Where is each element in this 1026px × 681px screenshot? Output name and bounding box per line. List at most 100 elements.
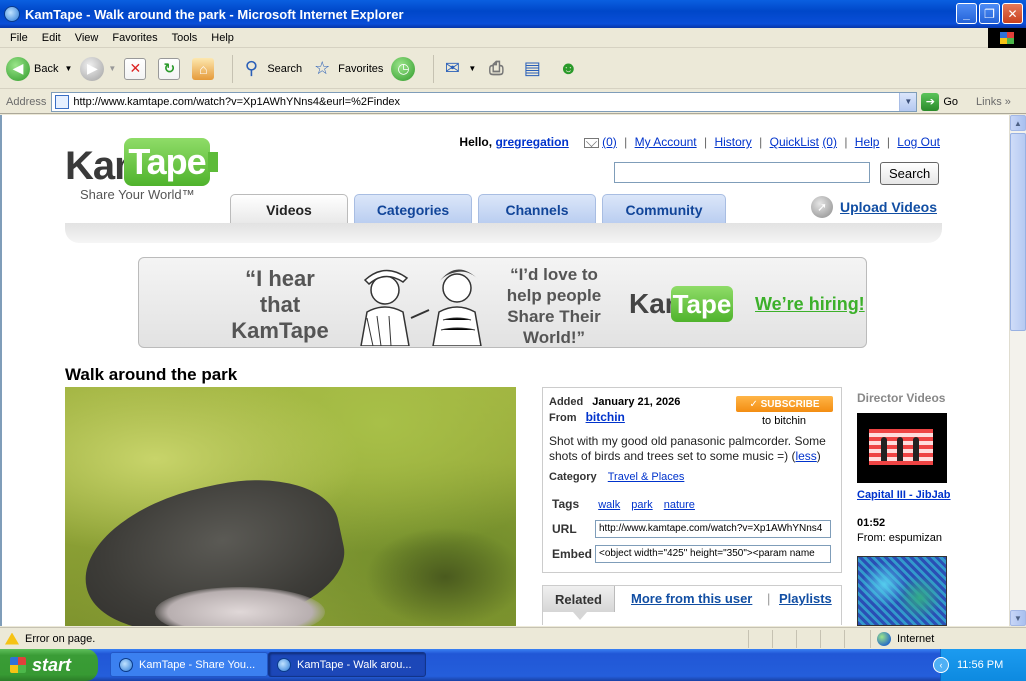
- tab-related[interactable]: Related: [543, 586, 615, 620]
- username-link[interactable]: gregregation: [495, 135, 568, 149]
- restore-button[interactable]: ❐: [979, 3, 1000, 24]
- forward-dropdown-icon[interactable]: ▼: [108, 64, 116, 73]
- minimize-button[interactable]: _: [956, 3, 977, 24]
- links-toolbar[interactable]: Links »: [976, 96, 1011, 108]
- back-dropdown-icon[interactable]: ▼: [64, 64, 72, 73]
- history-button[interactable]: ◷: [391, 56, 419, 81]
- page-icon: [55, 94, 70, 109]
- quicklist-count-link[interactable]: (0): [822, 135, 837, 149]
- tab-community[interactable]: Community: [602, 194, 726, 224]
- print-button[interactable]: ⎙: [484, 57, 512, 81]
- taskbar-item-kamtape-walk[interactable]: KamTape - Walk arou...: [268, 652, 426, 677]
- tag-link[interactable]: nature: [664, 499, 695, 511]
- messenger-icon: ☻: [558, 58, 578, 78]
- upload-videos-link[interactable]: Upload Videos: [840, 199, 937, 215]
- inbox-mail-icon[interactable]: [584, 137, 600, 148]
- warning-icon[interactable]: [5, 632, 19, 645]
- window-title: KamTape - Walk around the park - Microso…: [25, 6, 404, 22]
- tray-expand-icon[interactable]: ‹: [933, 657, 949, 673]
- vertical-scrollbar[interactable]: ▲ ▼: [1009, 115, 1026, 626]
- menu-bar: File Edit View Favorites Tools Help: [0, 28, 1026, 48]
- clock[interactable]: 11:56 PM: [957, 659, 1003, 671]
- menu-help[interactable]: Help: [205, 32, 242, 44]
- tags-row: Tags walk park nature: [552, 497, 695, 511]
- links-label: Links: [976, 95, 1002, 108]
- menu-edit[interactable]: Edit: [36, 32, 69, 44]
- ie-icon: [4, 6, 20, 22]
- taskbar-item-label: KamTape - Walk arou...: [297, 658, 412, 671]
- go-button[interactable]: ➔ Go: [921, 92, 958, 111]
- start-button[interactable]: start: [0, 649, 98, 681]
- tag-link[interactable]: walk: [598, 499, 620, 511]
- scroll-up-icon[interactable]: ▲: [1010, 115, 1026, 131]
- director-video-title-link[interactable]: Capital III - JibJab: [857, 488, 951, 502]
- favorites-star-icon: ☆: [314, 58, 331, 78]
- mail-dropdown-icon[interactable]: ▼: [468, 64, 476, 73]
- more-from-user-link[interactable]: More from this user: [631, 591, 752, 606]
- video-url-field[interactable]: http://www.kamtape.com/watch?v=Xp1AWhYNn…: [595, 520, 831, 538]
- category-link[interactable]: Travel & Places: [608, 471, 685, 483]
- subscribe-button[interactable]: ✓ SUBSCRIBE: [736, 396, 833, 412]
- home-icon: ⌂: [192, 57, 215, 80]
- close-button[interactable]: ✕: [1002, 3, 1023, 24]
- inbox-count-link[interactable]: (0): [602, 135, 617, 149]
- embed-code-field[interactable]: <object width="425" height="350"><param …: [595, 545, 831, 563]
- hiring-banner[interactable]: “I hear that KamTape is hiring!” “I’d lo…: [138, 257, 867, 348]
- mail-button[interactable]: ✉ ▼: [440, 57, 476, 81]
- menu-favorites[interactable]: Favorites: [106, 32, 165, 44]
- director-video-from: From: espumizan: [857, 532, 942, 544]
- site-search-button[interactable]: Search: [880, 162, 940, 185]
- search-button[interactable]: ⚲ Search: [239, 57, 302, 81]
- thumbnail-figure: [881, 437, 887, 461]
- home-button[interactable]: ⌂: [192, 57, 218, 80]
- video-title: Walk around the park: [65, 365, 238, 384]
- scroll-thumb[interactable]: [1010, 133, 1026, 331]
- tab-videos[interactable]: Videos: [230, 194, 348, 224]
- back-arrow-icon: ◀: [6, 56, 30, 81]
- logo-tape: Tape: [124, 138, 218, 186]
- stop-button[interactable]: ✕: [124, 57, 150, 80]
- director-video-duration: 01:52: [857, 517, 886, 529]
- address-dropdown-icon[interactable]: ▼: [899, 92, 917, 111]
- scroll-down-icon[interactable]: ▼: [1010, 610, 1026, 626]
- embed-row: Embed: [552, 547, 592, 561]
- history-link[interactable]: History: [714, 135, 751, 149]
- back-button[interactable]: ◀ Back ▼: [6, 56, 72, 81]
- url-row: URL: [552, 522, 577, 536]
- tab-categories[interactable]: Categories: [354, 194, 472, 224]
- my-account-link[interactable]: My Account: [635, 135, 697, 149]
- banner-hiring-link[interactable]: We’re hiring!: [755, 294, 865, 315]
- window-titlebar[interactable]: KamTape - Walk around the park - Microso…: [0, 0, 1026, 28]
- tag-link[interactable]: park: [631, 499, 652, 511]
- menu-tools[interactable]: Tools: [166, 32, 206, 44]
- banner-quote-right: “I’d love to help people Share Their Wor…: [506, 265, 602, 347]
- upload-videos[interactable]: ➚ Upload Videos: [811, 196, 937, 218]
- director-video-thumbnail-2[interactable]: [857, 556, 947, 626]
- messenger-button[interactable]: ☻: [556, 57, 584, 81]
- director-video-thumbnail[interactable]: [857, 413, 947, 483]
- edit-button[interactable]: ▤: [520, 57, 548, 81]
- site-search-input[interactable]: [614, 162, 870, 183]
- thumbnail-figure: [913, 437, 919, 461]
- author-link[interactable]: bitchin: [586, 410, 625, 424]
- address-input[interactable]: http://www.kamtape.com/watch?v=Xp1AWhYNn…: [51, 91, 918, 112]
- quicklist-link[interactable]: QuickList: [770, 135, 819, 149]
- separator: |: [759, 135, 763, 149]
- separator: |: [703, 135, 708, 149]
- menu-file[interactable]: File: [4, 32, 36, 44]
- video-description: Shot with my good old panasonic palmcord…: [549, 434, 826, 463]
- window-controls: _ ❐ ✕: [956, 3, 1023, 24]
- playlists-link[interactable]: Playlists: [779, 591, 832, 606]
- forward-button[interactable]: ▶ ▼: [80, 56, 116, 81]
- less-link[interactable]: less: [795, 449, 816, 463]
- video-info-panel: Added January 21, 2026 From bitchin ✓ SU…: [542, 387, 842, 573]
- address-url[interactable]: http://www.kamtape.com/watch?v=Xp1AWhYNn…: [73, 96, 400, 108]
- taskbar-item-kamtape-share[interactable]: KamTape - Share You...: [110, 652, 268, 677]
- menu-view[interactable]: View: [69, 32, 107, 44]
- logout-link[interactable]: Log Out: [897, 135, 940, 149]
- refresh-button[interactable]: ↻: [158, 57, 184, 80]
- favorites-button[interactable]: ☆ Favorites: [310, 57, 383, 81]
- help-link[interactable]: Help: [855, 135, 880, 149]
- tab-channels[interactable]: Channels: [478, 194, 596, 224]
- video-player[interactable]: [65, 387, 516, 626]
